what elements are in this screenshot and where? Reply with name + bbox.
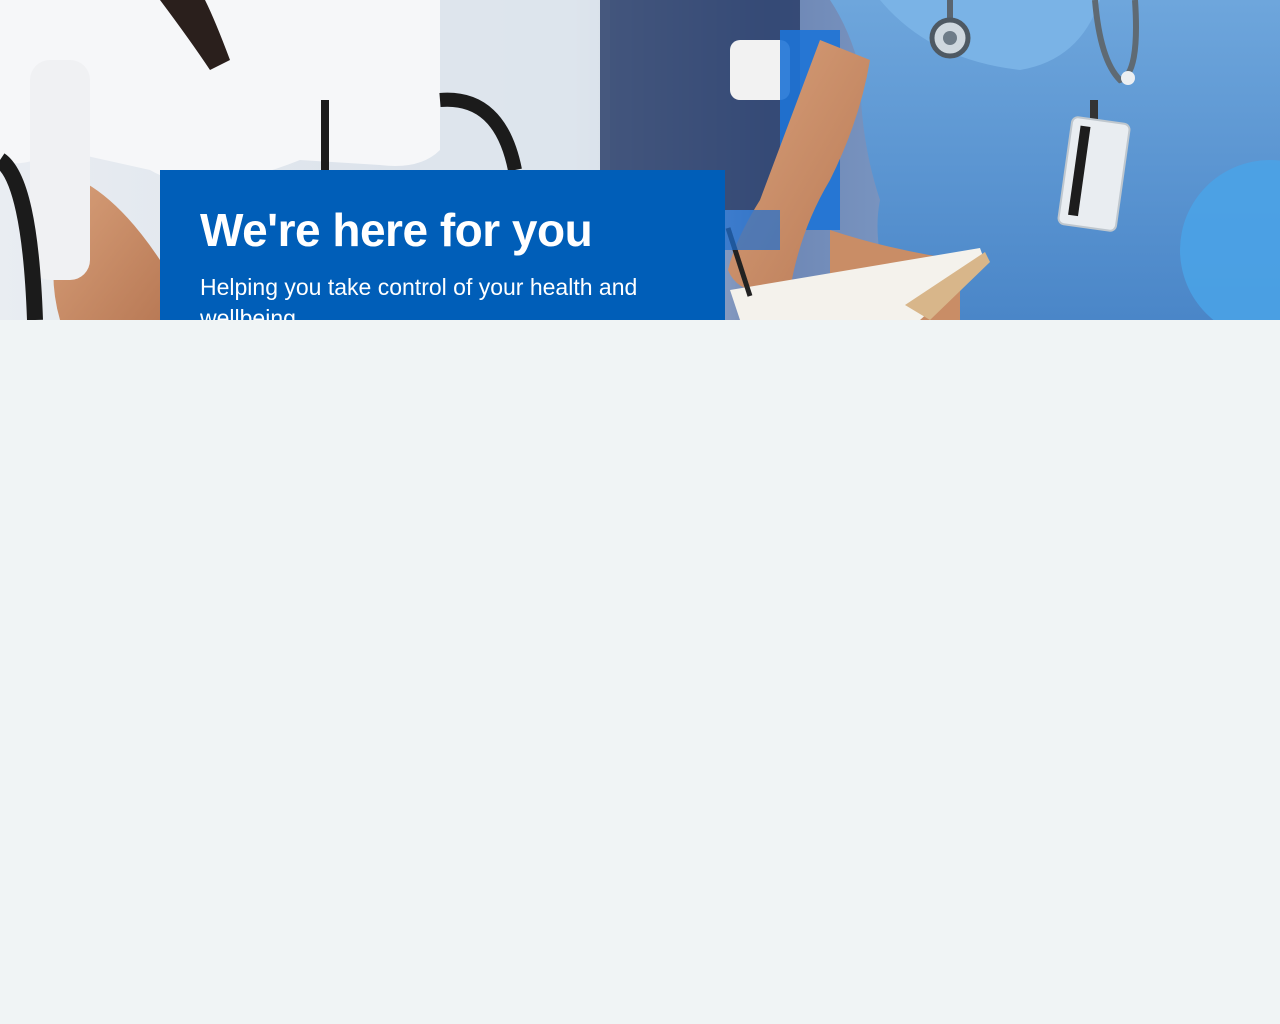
hero-section: We're here for you Helping you take cont… [0, 0, 1280, 320]
hero-subtitle: Helping you take control of your health … [200, 274, 638, 320]
main-content-area [0, 320, 1280, 1024]
hero-title: We're here for you [200, 204, 593, 256]
hero-callout: We're here for you Helping you take cont… [160, 170, 725, 320]
